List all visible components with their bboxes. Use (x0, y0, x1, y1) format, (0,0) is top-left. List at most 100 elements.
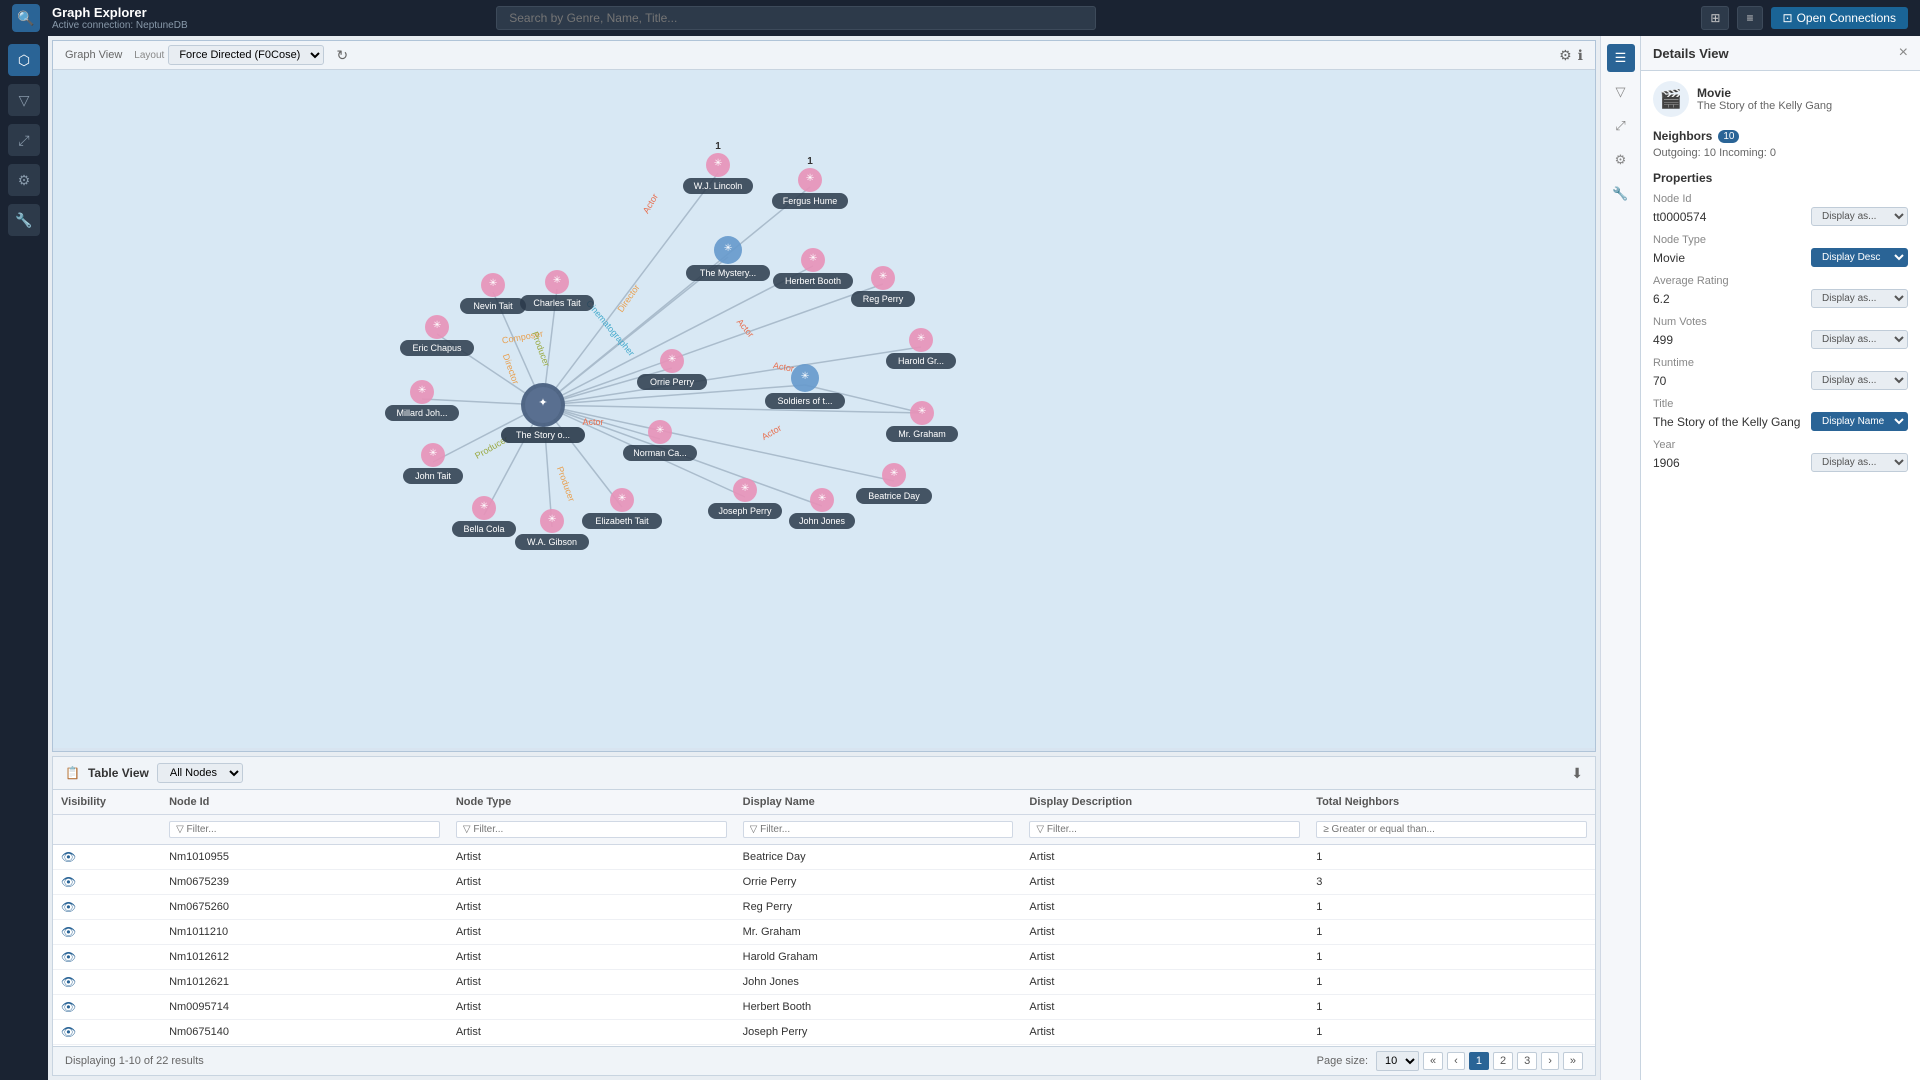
details-view-icon[interactable]: ☰ (1607, 44, 1635, 72)
open-connections-button[interactable]: ⊡ Open Connections (1771, 7, 1908, 29)
eye-icon[interactable]: 👁 (61, 1000, 76, 1014)
last-page-button[interactable]: » (1563, 1052, 1583, 1070)
graph-header-right: ⚙ ℹ (1559, 47, 1583, 64)
svg-text:Harold Gr...: Harold Gr... (898, 356, 944, 366)
svg-text:✳: ✳ (553, 275, 561, 286)
svg-text:Beatrice Day: Beatrice Day (868, 491, 920, 501)
eye-icon[interactable]: 👁 (61, 875, 76, 889)
cell-nodetype: Artist (448, 1020, 735, 1045)
filter-displayname[interactable] (735, 815, 1022, 845)
cell-displaydesc: Artist (1021, 1020, 1308, 1045)
filter-nodetype[interactable] (448, 815, 735, 845)
cell-neighbors: 3 (1308, 870, 1595, 895)
settings-panel-icon[interactable]: ⚙ (1607, 146, 1635, 174)
property-display-dropdown[interactable]: Display as... Display as... Display Name… (1811, 371, 1908, 390)
filter-nodeid[interactable] (161, 815, 448, 845)
tool-panel-icon[interactable]: 🔧 (1607, 180, 1635, 208)
page-3-button[interactable]: 3 (1517, 1052, 1537, 1070)
nodeid-filter-input[interactable] (169, 821, 440, 838)
graph-info-icon[interactable]: ℹ (1578, 47, 1583, 64)
cell-displaydesc: Artist (1021, 970, 1308, 995)
displaydesc-filter-input[interactable] (1029, 821, 1300, 838)
property-display-dropdown[interactable]: Display Desc Display as... Display Name … (1811, 248, 1908, 267)
table-scroll[interactable]: Visibility Node Id Node Type Display Nam… (53, 790, 1595, 1046)
cell-visibility: 👁 (53, 920, 161, 945)
details-header: Details View × (1641, 36, 1920, 71)
nodetype-filter-input[interactable] (456, 821, 727, 838)
footer-info: Displaying 1-10 of 22 results (65, 1055, 204, 1067)
page-size-select[interactable]: 10 25 50 (1376, 1051, 1419, 1071)
close-details-button[interactable]: × (1899, 44, 1908, 62)
sidebar-tool-icon[interactable]: 🔧 (8, 204, 40, 236)
node-text: Movie The Story of the Kelly Gang (1697, 86, 1832, 112)
table-row: 👁 Nm1012612 Artist Harold Graham Artist … (53, 945, 1595, 970)
grid-icon-button[interactable]: ⊞ (1701, 6, 1729, 30)
cell-visibility: 👁 (53, 945, 161, 970)
node-name-label: The Story of the Kelly Gang (1697, 100, 1832, 112)
node-filter-select[interactable]: All Nodes Artist Movie (157, 763, 243, 783)
expand-panel-icon[interactable]: ⤢ (1607, 112, 1635, 140)
neighbors-filter-input[interactable] (1316, 821, 1587, 838)
cell-nodetype: Artist (448, 895, 735, 920)
sidebar-graph-icon[interactable]: ⬡ (8, 44, 40, 76)
list-icon-button[interactable]: ≡ (1737, 6, 1762, 30)
filter-panel-icon[interactable]: ▽ (1607, 78, 1635, 106)
eye-icon[interactable]: 👁 (61, 900, 76, 914)
filter-visibility (53, 815, 161, 845)
sidebar-settings-icon[interactable]: ⚙ (8, 164, 40, 196)
layout-label: Layout (134, 50, 164, 61)
property-display-dropdown[interactable]: Display as... Display as... Display Name… (1811, 207, 1908, 226)
property-display-dropdown[interactable]: Display as... Display as... Display Name… (1811, 289, 1908, 308)
cell-neighbors: 1 (1308, 1020, 1595, 1045)
page-2-button[interactable]: 2 (1493, 1052, 1513, 1070)
sidebar-expand-icon[interactable]: ⤢ (8, 124, 40, 156)
first-page-button[interactable]: « (1423, 1052, 1443, 1070)
layout-dropdown[interactable]: Force Directed (F0Cose) Hierarchical Cir… (168, 45, 324, 65)
property-value-row: tt0000574 Display as... Display as... Di… (1653, 207, 1908, 226)
search-bar[interactable] (496, 6, 1096, 30)
displayname-filter-input[interactable] (743, 821, 1014, 838)
refresh-button[interactable]: ↻ (336, 47, 348, 64)
cell-displaydesc: Artist (1021, 945, 1308, 970)
graph-canvas[interactable]: Director Composer Producer Cinematograph… (53, 70, 1595, 748)
cell-nodeid: Nm0675239 (161, 870, 448, 895)
property-value: 70 (1653, 374, 1666, 388)
page-size-label: Page size: (1317, 1055, 1368, 1067)
table-row: 👁 Nm0095714 Artist Herbert Booth Artist … (53, 995, 1595, 1020)
property-key: Title (1653, 398, 1908, 410)
svg-text:W.J. Lincoln: W.J. Lincoln (694, 181, 743, 191)
prev-page-button[interactable]: ‹ (1447, 1052, 1465, 1070)
graph-view-label: Graph View (65, 49, 122, 61)
eye-icon[interactable]: 👁 (61, 925, 76, 939)
properties-title: Properties (1653, 171, 1908, 185)
graph-settings-icon[interactable]: ⚙ (1559, 47, 1572, 64)
app-info: Graph Explorer Active connection: Neptun… (52, 5, 188, 31)
sidebar-filter-icon[interactable]: ▽ (8, 84, 40, 116)
eye-icon[interactable]: 👁 (61, 975, 76, 989)
graph-header: Graph View Layout Force Directed (F0Cose… (53, 41, 1595, 70)
search-input[interactable] (496, 6, 1096, 30)
eye-icon[interactable]: 👁 (61, 850, 76, 864)
eye-icon[interactable]: 👁 (61, 1025, 76, 1039)
svg-text:✳: ✳ (480, 501, 488, 512)
property-key: Runtime (1653, 357, 1908, 369)
property-row: Title The Story of the Kelly Gang Displa… (1653, 398, 1908, 431)
property-display-dropdown[interactable]: Display Name Display as... Display Name … (1811, 412, 1908, 431)
svg-text:Elizabeth Tait: Elizabeth Tait (595, 516, 649, 526)
cell-neighbors: 1 (1308, 920, 1595, 945)
eye-icon[interactable]: 👁 (61, 950, 76, 964)
property-display-dropdown[interactable]: Display as... Display as... Display Name… (1811, 330, 1908, 349)
property-key: Node Id (1653, 193, 1908, 205)
svg-text:Mr. Graham: Mr. Graham (898, 429, 946, 439)
properties-section: Properties Node Id tt0000574 Display as.… (1653, 171, 1908, 472)
svg-text:✳: ✳ (741, 483, 749, 494)
property-display-dropdown[interactable]: Display as... Display as... Display Name… (1811, 453, 1908, 472)
filter-displaydesc[interactable] (1021, 815, 1308, 845)
page-1-button[interactable]: 1 (1469, 1052, 1489, 1070)
table-title: Table View (88, 766, 149, 780)
next-page-button[interactable]: › (1541, 1052, 1559, 1070)
table-header: 📋 Table View All Nodes Artist Movie ⬇ (53, 757, 1595, 790)
filter-neighbors[interactable] (1308, 815, 1595, 845)
node-type-icon: 🎬 (1653, 81, 1689, 117)
download-button[interactable]: ⬇ (1571, 765, 1583, 782)
